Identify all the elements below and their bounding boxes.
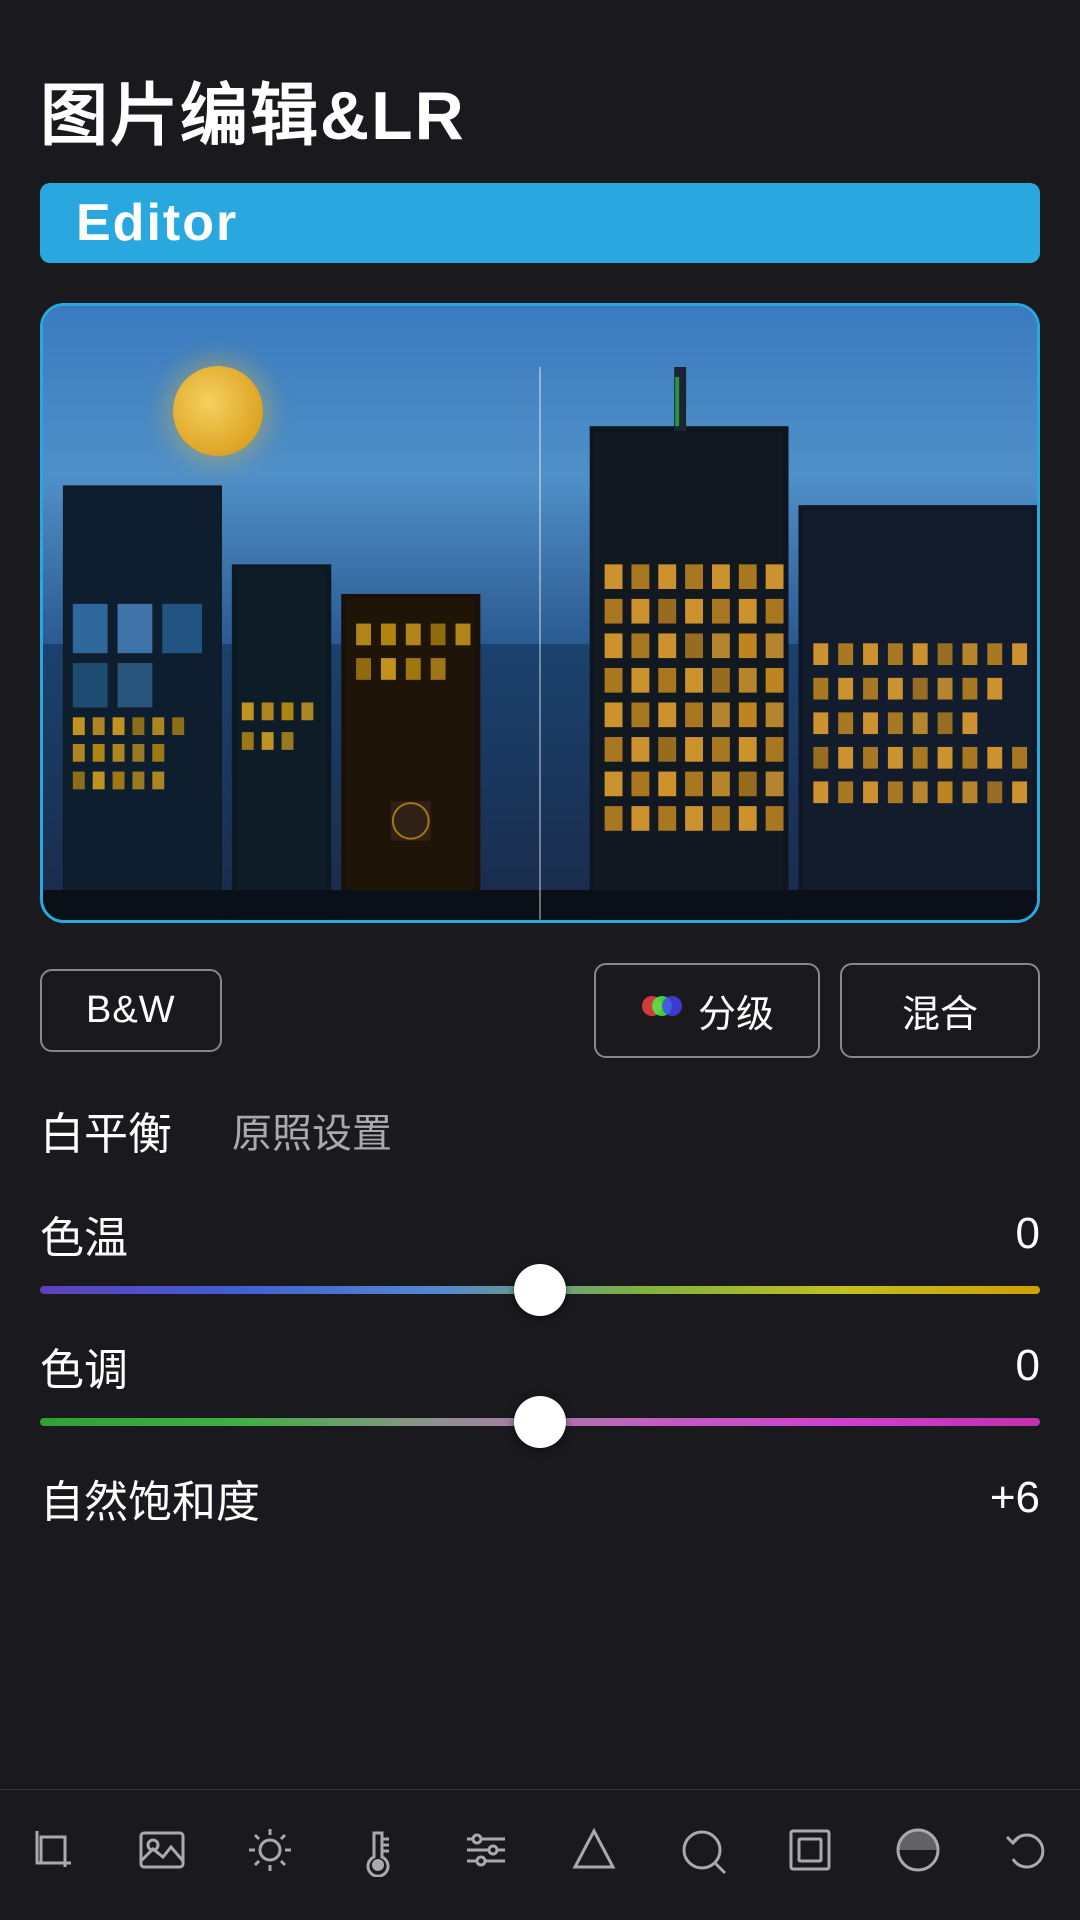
grade-label: 分级 <box>698 983 774 1038</box>
vibrance-section: 自然饱和度 +6 <box>40 1466 1040 1550</box>
color-temp-header: 色温 0 <box>40 1202 1040 1266</box>
frame-icon[interactable] <box>770 1810 850 1890</box>
image-icon[interactable] <box>122 1810 202 1890</box>
vibrance-header: 自然饱和度 +6 <box>40 1466 1040 1530</box>
image-container <box>40 303 1040 923</box>
editor-badge: Editor <box>40 183 1040 263</box>
app-title: 图片编辑&LR <box>40 60 1040 159</box>
tint-header: 色调 0 <box>40 1334 1040 1398</box>
tint-section: 色调 0 <box>40 1334 1040 1426</box>
halfcircle-icon[interactable] <box>878 1810 958 1890</box>
app-container: 图片编辑&LR Editor <box>0 0 1080 1920</box>
buildings-svg <box>43 367 1037 920</box>
bottom-nav <box>0 1789 1080 1920</box>
sliders-icon[interactable] <box>446 1810 526 1890</box>
undo-icon[interactable] <box>986 1810 1066 1890</box>
tint-value: 0 <box>1016 1341 1040 1391</box>
color-temp-value: 0 <box>1016 1209 1040 1259</box>
mix-button[interactable]: 混合 <box>840 963 1040 1058</box>
vibrance-value: +6 <box>990 1473 1040 1523</box>
crop-icon[interactable] <box>14 1810 94 1890</box>
tint-label: 色调 <box>40 1334 128 1398</box>
tint-thumb[interactable] <box>514 1396 566 1448</box>
circle-icon[interactable] <box>662 1810 742 1890</box>
bw-button[interactable]: B&W <box>40 969 222 1052</box>
color-temp-thumb[interactable] <box>514 1264 566 1316</box>
grade-icon <box>640 984 684 1038</box>
color-temp-label: 色温 <box>40 1202 128 1266</box>
thermometer-icon[interactable] <box>338 1810 418 1890</box>
triangle-icon[interactable] <box>554 1810 634 1890</box>
wb-section: 白平衡 原照设置 <box>40 1098 1040 1162</box>
city-scene <box>43 306 1037 920</box>
grade-button[interactable]: 分级 <box>594 963 820 1058</box>
wb-label: 白平衡 <box>40 1098 172 1162</box>
color-temp-track[interactable] <box>40 1286 1040 1294</box>
wb-value: 原照设置 <box>232 1101 392 1159</box>
toolbar-buttons: B&W 分级 混合 <box>40 963 1040 1058</box>
vibrance-label: 自然饱和度 <box>40 1466 260 1530</box>
tint-track[interactable] <box>40 1418 1040 1426</box>
color-temp-section: 色温 0 <box>40 1202 1040 1294</box>
brightness-icon[interactable] <box>230 1810 310 1890</box>
